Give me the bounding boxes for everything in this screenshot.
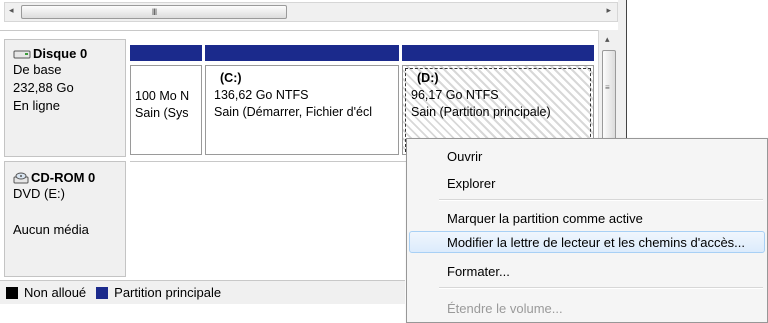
partition-d-bar [402, 45, 594, 61]
cd-rom-0-status: Aucun média [13, 222, 89, 237]
cd-rom-icon [13, 172, 29, 183]
partition-c-bar [205, 45, 399, 61]
partition-1-size: 100 Mo N [135, 89, 190, 103]
legend-swatch-primary [96, 286, 109, 299]
partition-d-label: (D:) [417, 71, 439, 85]
cd-rom-0-type: DVD (E:) [13, 186, 65, 201]
menu-separator [439, 199, 763, 201]
menu-item-extend-volume[interactable]: Étendre le volume... [447, 301, 563, 316]
disk-0-status: En ligne [13, 98, 60, 113]
partition-1-bar [130, 45, 202, 61]
menu-item-mark-active[interactable]: Marquer la partition comme active [447, 211, 643, 226]
partition-system-reserved[interactable]: 100 Mo N Sain (Sys [130, 65, 202, 155]
partition-c[interactable]: (C:) 136,62 Go NTFS Sain (Démarrer, Fich… [205, 65, 399, 155]
menu-item-format[interactable]: Formater... [447, 264, 510, 279]
scroll-up-arrow-icon[interactable]: ▴ [605, 34, 610, 45]
hard-disk-icon [13, 50, 31, 58]
context-menu: Ouvrir Explorer Marquer la partition com… [406, 138, 768, 323]
partition-c-label: (C:) [220, 71, 242, 85]
partition-c-status: Sain (Démarrer, Fichier d'écl [214, 105, 372, 119]
menu-item-explore[interactable]: Explorer [447, 176, 495, 191]
disk-0-size: 232,88 Go [13, 80, 74, 95]
legend-swatch-unallocated [6, 286, 18, 299]
scroll-left-arrow-icon[interactable]: ◂ [9, 5, 14, 16]
horizontal-scroll-thumb[interactable]: III [21, 5, 287, 19]
partition-d-size: 96,17 Go NTFS [411, 88, 499, 102]
disk-0-name: Disque 0 [33, 46, 88, 61]
cd-rom-0-name: CD-ROM 0 [31, 170, 96, 185]
menu-item-open[interactable]: Ouvrir [447, 149, 482, 164]
menu-item-change-drive-letter[interactable]: Modifier la lettre de lecteur et les che… [447, 235, 745, 250]
right-panel [626, 0, 768, 140]
disk-0-label[interactable]: Disque 0 De base 232,88 Go En ligne [4, 39, 126, 157]
legend: Non alloué Partition principale [0, 280, 405, 304]
disk-0-type: De base [13, 62, 62, 77]
legend-label-unallocated: Non alloué [24, 285, 87, 300]
vertical-scroll-grip-icon: ≡ [605, 83, 610, 92]
cd-rom-0-label[interactable]: CD-ROM 0 DVD (E:) Aucun média [4, 161, 126, 277]
partition-d-status: Sain (Partition principale) [411, 105, 551, 119]
legend-label-primary: Partition principale [114, 285, 222, 300]
scroll-right-arrow-icon[interactable]: ▸ [606, 5, 611, 16]
partition-c-size: 136,62 Go NTFS [214, 88, 309, 102]
horizontal-scrollbar[interactable]: ◂ III ▸ [4, 2, 618, 22]
menu-separator [439, 287, 763, 289]
partition-1-status: Sain (Sys [135, 106, 189, 120]
